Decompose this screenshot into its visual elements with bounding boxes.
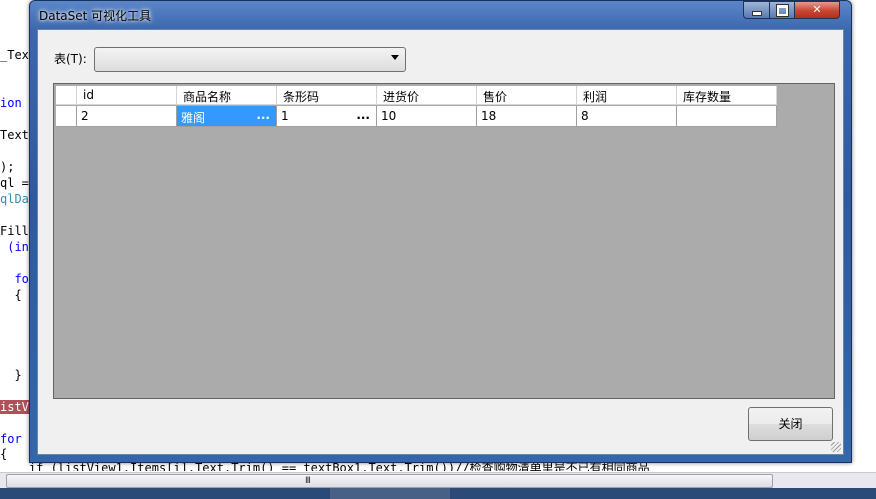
code-line: ); [0, 160, 15, 174]
dialog-client-area: 表(T): id 商品名称 条形码 进货价 售价 利润 库存数量 2 雅阁 ..… [37, 29, 844, 455]
table-cell-selected[interactable]: 雅阁 ... [177, 106, 277, 127]
code-line: } [0, 368, 22, 382]
resize-grip[interactable] [831, 442, 841, 452]
chevron-down-icon [391, 55, 399, 60]
close-window-button[interactable]: ✕ [794, 1, 840, 19]
code-line: ql = [0, 176, 29, 190]
close-button[interactable]: 关闭 [748, 407, 833, 441]
table-cell[interactable]: 2 [77, 106, 177, 127]
table-cell[interactable]: 8 [577, 106, 677, 127]
column-header-name[interactable]: 商品名称 [177, 86, 277, 105]
code-line: { [0, 288, 22, 302]
column-header-cost-price[interactable]: 进货价 [377, 86, 477, 105]
window-title: DataSet 可视化工具 [39, 9, 152, 23]
dataset-visualizer-window: DataSet 可视化工具 ✕ 表(T): id 商品名称 条形码 进货价 售价… [29, 0, 852, 463]
table-select[interactable] [94, 47, 406, 72]
editor-horizontal-scrollbar[interactable]: III [0, 472, 876, 489]
scrollbar-thumb[interactable]: III [6, 474, 773, 488]
close-icon: ✕ [812, 3, 822, 16]
minimize-button[interactable] [743, 1, 770, 19]
maximize-icon [775, 4, 789, 17]
table-cell[interactable]: 1 ... [277, 106, 377, 127]
row-header[interactable] [56, 106, 77, 127]
column-header-sale-price[interactable]: 售价 [477, 86, 577, 105]
table-label: 表(T): [54, 52, 87, 66]
column-header-id[interactable]: id [77, 86, 177, 105]
maximize-button[interactable] [769, 1, 795, 19]
cell-ellipsis-button[interactable]: ... [256, 108, 270, 122]
code-line: { [0, 447, 8, 461]
column-header-stock[interactable]: 库存数量 [677, 86, 777, 105]
scrollbar-grip: III [305, 476, 311, 486]
table-cell[interactable]: 10 [377, 106, 477, 127]
ide-status-strip [0, 488, 876, 499]
code-line: _Tex [0, 48, 29, 62]
code-line: Text [0, 128, 29, 142]
column-header-barcode[interactable]: 条形码 [277, 86, 377, 105]
table-cell[interactable]: 18 [477, 106, 577, 127]
minimize-icon [751, 11, 762, 16]
table-cell[interactable] [677, 106, 777, 127]
status-segment [330, 488, 450, 499]
grid-corner-header[interactable] [56, 86, 77, 105]
code-line: (in [0, 240, 29, 254]
cell-ellipsis-button[interactable]: ... [356, 108, 370, 122]
data-grid[interactable]: id 商品名称 条形码 进货价 售价 利润 库存数量 2 雅阁 ... 1 ..… [53, 83, 835, 399]
code-line-highlighted: istV [0, 400, 29, 414]
column-header-profit[interactable]: 利润 [577, 86, 677, 105]
